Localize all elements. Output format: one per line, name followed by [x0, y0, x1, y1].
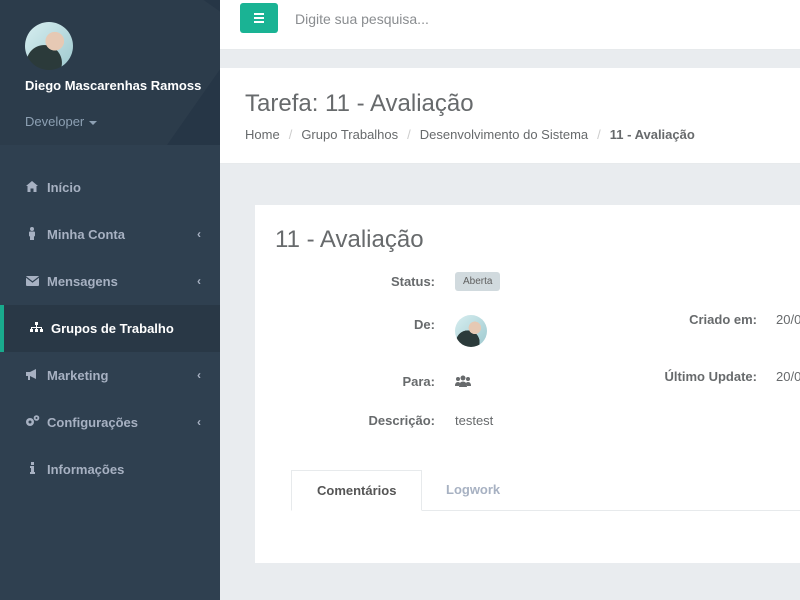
user-name: Diego Mascarenhas Ramoss	[25, 78, 202, 93]
page-title: Tarefa: 11 - Avaliação	[245, 90, 474, 117]
sidebar-item-label: Configurações	[47, 415, 139, 430]
sidebar-item-mensagens[interactable]: Mensagens ‹	[0, 258, 220, 305]
menu-toggle-button[interactable]	[240, 3, 278, 33]
sidebar-item-label: Início	[47, 180, 81, 195]
tab-logwork[interactable]: Logwork	[421, 470, 525, 511]
created-label: Criado em:	[689, 312, 757, 327]
breadcrumb-current: 11 - Avaliação	[609, 127, 695, 142]
chevron-left-icon: ‹	[197, 415, 201, 429]
chevron-left-icon: ‹	[197, 368, 201, 382]
breadcrumb-separator: /	[407, 127, 411, 142]
breadcrumb-grupo-trabalhos[interactable]: Grupo Trabalhos	[301, 127, 398, 142]
search-input[interactable]	[295, 8, 695, 30]
page-heading: Tarefa: 11 - Avaliação Home / Grupo Trab…	[220, 68, 800, 164]
description-value: testest	[455, 413, 494, 428]
breadcrumb: Home / Grupo Trabalhos / Desenvolvimento…	[245, 127, 695, 142]
sidebar-item-informacoes[interactable]: Informações	[0, 446, 220, 493]
sidebar-item-configuracoes[interactable]: Configurações ‹	[0, 399, 220, 446]
breadcrumb-separator: /	[288, 127, 293, 142]
breadcrumb-separator: /	[597, 127, 601, 142]
status-badge: Aberta	[455, 272, 501, 291]
task-title: 11 - Avaliação	[275, 226, 424, 253]
info-icon	[25, 462, 39, 477]
cogs-icon	[25, 415, 40, 430]
user-icon	[25, 226, 39, 243]
envelope-icon	[25, 275, 39, 289]
created-value: 20/0	[776, 312, 800, 327]
user-role: Developer	[25, 114, 85, 129]
sidebar-item-label: Mensagens	[47, 274, 118, 289]
from-user-avatar[interactable]	[455, 315, 487, 347]
sidebar: Diego Mascarenhas Ramoss Developer Iníci…	[0, 0, 220, 600]
hamburger-icon-line	[254, 13, 264, 15]
chevron-left-icon: ‹	[197, 227, 201, 241]
task-box: 11 - Avaliação Status: Aberta De: Para: …	[255, 205, 800, 563]
sidebar-nav: Início Minha Conta ‹ Mensagens ‹ Grupos …	[0, 164, 220, 493]
caret-down-icon	[89, 120, 98, 125]
updated-label: Último Update:	[664, 369, 757, 384]
updated-value: 20/0	[776, 369, 800, 384]
tab-comentarios[interactable]: Comentários	[291, 470, 423, 511]
breadcrumb-home[interactable]: Home	[245, 127, 280, 142]
sidebar-item-label: Marketing	[47, 368, 109, 383]
chevron-left-icon: ‹	[197, 274, 201, 288]
sidebar-item-inicio[interactable]: Início	[0, 164, 220, 211]
hamburger-icon-line	[254, 17, 264, 19]
breadcrumb-desenvolvimento[interactable]: Desenvolvimento do Sistema	[420, 127, 588, 142]
bullhorn-icon	[25, 368, 39, 383]
user-avatar[interactable]	[25, 22, 73, 70]
to-label: Para:	[402, 374, 435, 389]
sidebar-item-label: Minha Conta	[47, 227, 125, 242]
hamburger-icon-line	[254, 21, 264, 23]
description-label: Descrição:	[368, 413, 435, 428]
from-label: De:	[414, 317, 435, 332]
sitemap-icon	[29, 321, 43, 336]
sidebar-item-grupos-de-trabalho[interactable]: Grupos de Trabalho	[0, 305, 220, 352]
top-navbar	[220, 0, 800, 50]
sidebar-item-label: Informações	[47, 462, 125, 477]
status-label: Status:	[390, 274, 435, 289]
sidebar-item-marketing[interactable]: Marketing ‹	[0, 352, 220, 399]
task-tabs: Comentários Logwork	[291, 470, 800, 511]
profile-panel: Diego Mascarenhas Ramoss Developer	[0, 0, 220, 145]
home-icon	[25, 180, 39, 195]
sidebar-item-label: Grupos de Trabalho	[51, 321, 174, 336]
user-role-dropdown[interactable]: Developer	[25, 114, 98, 129]
sidebar-item-minha-conta[interactable]: Minha Conta ‹	[0, 211, 220, 258]
users-icon[interactable]	[455, 375, 471, 387]
